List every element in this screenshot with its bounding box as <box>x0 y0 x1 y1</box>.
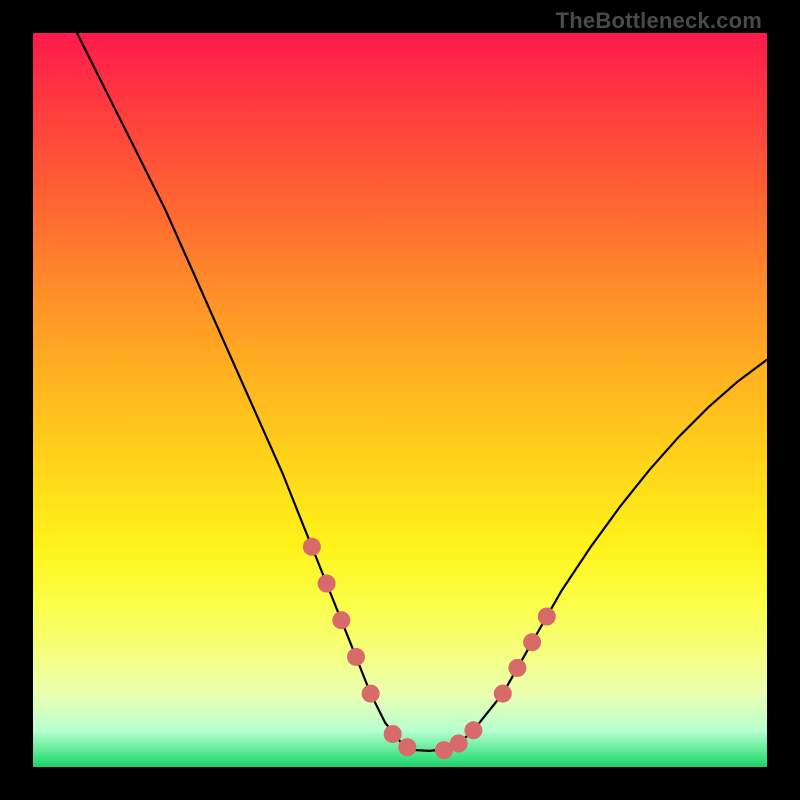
curve-marker <box>318 575 336 593</box>
bottleneck-curve <box>77 33 767 751</box>
curve-marker <box>508 659 526 677</box>
plot-area <box>33 33 767 767</box>
curve-marker <box>303 538 321 556</box>
chart-frame: TheBottleneck.com <box>0 0 800 800</box>
curve-marker <box>450 735 468 753</box>
curve-marker <box>362 685 380 703</box>
curve-marker <box>538 608 556 626</box>
marker-group <box>303 538 556 759</box>
curve-marker <box>332 611 350 629</box>
curve-marker <box>523 633 541 651</box>
curve-svg <box>33 33 767 767</box>
curve-marker <box>494 685 512 703</box>
watermark-text: TheBottleneck.com <box>556 8 762 34</box>
curve-marker <box>384 725 402 743</box>
curve-marker <box>464 721 482 739</box>
curve-marker <box>347 648 365 666</box>
curve-marker <box>398 738 416 756</box>
